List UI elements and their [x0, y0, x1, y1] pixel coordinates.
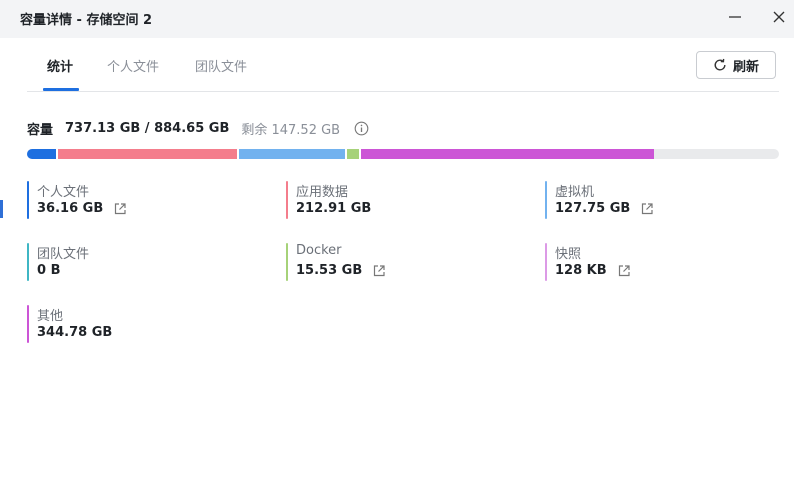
item-name: 应用数据	[296, 185, 349, 200]
color-marker	[27, 305, 29, 343]
tab-personal-files[interactable]: 个人文件	[107, 56, 159, 75]
usage-bar-segment	[360, 149, 654, 159]
close-icon	[773, 11, 785, 23]
tab-statistics[interactable]: 统计	[47, 56, 73, 75]
item-value: 212.91 GB	[296, 201, 372, 216]
capacity-used-total: 737.13 GB / 884.65 GB	[65, 120, 230, 136]
minimize-icon	[729, 16, 741, 18]
item-name: 快照	[555, 247, 582, 262]
tab-team-files[interactable]: 团队文件	[195, 56, 247, 75]
color-marker	[286, 243, 288, 281]
color-marker	[545, 181, 547, 219]
color-marker	[286, 181, 288, 219]
item-name: Docker	[296, 243, 342, 258]
tab-bar: 统计 个人文件 团队文件	[27, 38, 779, 92]
item-name: 虚拟机	[555, 185, 595, 200]
active-tab-indicator	[43, 88, 79, 91]
open-link-icon[interactable]	[372, 264, 386, 278]
title-bar: 容量详情 - 存储空间 2	[0, 0, 794, 38]
item-value: 128 KB	[555, 263, 607, 278]
usage-bar-segment	[57, 149, 239, 159]
refresh-icon	[714, 58, 726, 71]
item-name: 其他	[37, 309, 64, 324]
open-link-icon[interactable]	[113, 202, 127, 216]
capacity-summary: 容量 737.13 GB / 884.65 GB 剩余 147.52 GB	[27, 119, 369, 138]
info-icon[interactable]	[354, 121, 369, 136]
refresh-label: 刷新	[732, 59, 759, 75]
color-marker	[545, 243, 547, 281]
usage-bar-segment	[238, 149, 348, 159]
close-button[interactable]	[771, 9, 787, 25]
item-name: 个人文件	[37, 185, 90, 200]
item-value: 15.53 GB	[296, 263, 363, 278]
item-value: 36.16 GB	[37, 201, 104, 216]
refresh-button[interactable]: 刷新	[696, 51, 776, 79]
minimize-button[interactable]	[727, 9, 743, 25]
usage-bar-segment	[27, 149, 58, 159]
usage-bar-segment	[347, 149, 361, 159]
color-marker	[27, 243, 29, 281]
open-link-icon[interactable]	[617, 264, 631, 278]
item-name: 团队文件	[37, 247, 90, 262]
color-marker	[27, 181, 29, 219]
item-value: 127.75 GB	[555, 201, 631, 216]
capacity-remaining: 剩余 147.52 GB	[241, 122, 341, 138]
capacity-usage-bar	[27, 149, 779, 159]
item-value: 344.78 GB	[37, 325, 113, 340]
window-title: 容量详情 - 存储空间 2	[20, 13, 153, 28]
window-edge-highlight	[0, 200, 3, 218]
item-value: 0 B	[37, 263, 61, 278]
capacity-label: 容量	[27, 122, 54, 138]
open-link-icon[interactable]	[640, 202, 654, 216]
